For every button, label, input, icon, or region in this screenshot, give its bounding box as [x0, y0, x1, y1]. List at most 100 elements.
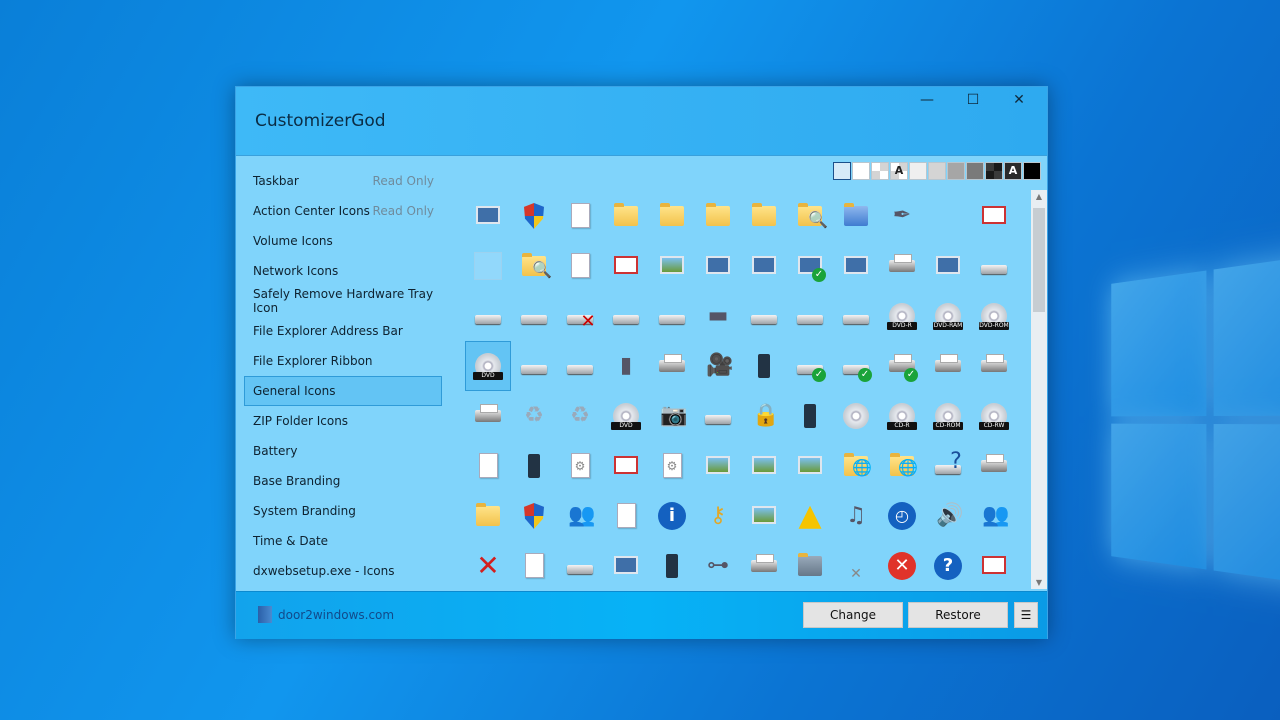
icon-cell[interactable]: [649, 241, 695, 291]
icon-cell[interactable]: [833, 291, 879, 341]
icon-cell[interactable]: DVD-ROM: [971, 291, 1017, 341]
icon-cell[interactable]: 🎥: [695, 341, 741, 391]
sidebar-item[interactable]: System Branding: [244, 496, 442, 526]
icon-cell[interactable]: DVD: [603, 391, 649, 441]
sidebar-item[interactable]: Volume Icons: [244, 226, 442, 256]
sidebar-item[interactable]: File Explorer Ribbon: [244, 346, 442, 376]
icon-cell[interactable]: [741, 191, 787, 241]
icon-cell[interactable]: [603, 191, 649, 241]
background-swatch[interactable]: [947, 162, 965, 180]
sidebar-item[interactable]: Base Branding: [244, 466, 442, 496]
icon-cell[interactable]: 🔍: [511, 241, 557, 291]
icon-cell[interactable]: ⚷: [695, 491, 741, 541]
icon-cell[interactable]: ▮: [603, 341, 649, 391]
sidebar-item[interactable]: Safely Remove Hardware Tray Icon: [244, 286, 442, 316]
background-swatch[interactable]: [909, 162, 927, 180]
icon-cell[interactable]: ◴: [879, 491, 925, 541]
sidebar-item[interactable]: File Explorer Address Bar: [244, 316, 442, 346]
icon-cell[interactable]: DVD-RAM: [925, 291, 971, 341]
icon-cell[interactable]: [741, 441, 787, 491]
sidebar-item[interactable]: ZIP Folder Icons: [244, 406, 442, 436]
icon-cell[interactable]: [465, 291, 511, 341]
icon-cell[interactable]: [603, 541, 649, 591]
icon-cell[interactable]: ⚙: [557, 441, 603, 491]
icon-cell[interactable]: [787, 541, 833, 591]
icon-cell[interactable]: [511, 491, 557, 541]
icon-cell[interactable]: DVD-R: [879, 291, 925, 341]
minimize-button[interactable]: —: [904, 92, 950, 112]
scroll-down-icon[interactable]: ▼: [1031, 578, 1047, 587]
icon-cell[interactable]: DVD: [465, 341, 511, 391]
icon-cell[interactable]: ✕: [833, 541, 879, 591]
icon-cell[interactable]: ?: [925, 541, 971, 591]
icon-cell[interactable]: [787, 391, 833, 441]
icon-cell[interactable]: [603, 291, 649, 341]
icon-cell[interactable]: [695, 191, 741, 241]
icon-cell[interactable]: ✓: [787, 241, 833, 291]
icon-cell[interactable]: [557, 191, 603, 241]
icon-cell[interactable]: ♻: [557, 391, 603, 441]
background-swatch[interactable]: A: [890, 162, 908, 180]
scroll-up-icon[interactable]: ▲: [1031, 192, 1047, 201]
icon-cell[interactable]: 🔍: [787, 191, 833, 241]
icon-cell[interactable]: CD-R: [879, 391, 925, 441]
icon-cell[interactable]: [465, 191, 511, 241]
icon-cell[interactable]: [511, 441, 557, 491]
icon-cell[interactable]: 👥: [971, 491, 1017, 541]
icon-cell[interactable]: [649, 341, 695, 391]
icon-cell[interactable]: ✕: [557, 291, 603, 341]
sidebar-item[interactable]: Network Icons: [244, 256, 442, 286]
icon-cell[interactable]: [971, 441, 1017, 491]
icon-cell[interactable]: [511, 291, 557, 341]
icon-cell[interactable]: [741, 491, 787, 541]
icon-cell[interactable]: [603, 491, 649, 541]
icon-cell[interactable]: [741, 341, 787, 391]
background-swatch[interactable]: [985, 162, 1003, 180]
icon-cell[interactable]: ✓: [833, 341, 879, 391]
icon-cell[interactable]: [833, 391, 879, 441]
icon-cell[interactable]: 📷: [649, 391, 695, 441]
icon-cell[interactable]: [971, 191, 1017, 241]
icon-grid-scrollbar[interactable]: ▲ ▼: [1031, 190, 1047, 589]
icon-cell[interactable]: ✒: [879, 191, 925, 241]
icon-cell[interactable]: [465, 441, 511, 491]
icon-cell[interactable]: CD-ROM: [925, 391, 971, 441]
icon-cell[interactable]: ✓: [787, 341, 833, 391]
icon-cell[interactable]: [557, 241, 603, 291]
background-swatch[interactable]: [1023, 162, 1041, 180]
icon-cell[interactable]: ▲: [787, 491, 833, 541]
sidebar-item[interactable]: Taskbar Read Only: [244, 166, 442, 196]
icon-cell[interactable]: 👥: [557, 491, 603, 541]
sidebar-item[interactable]: Battery: [244, 436, 442, 466]
background-swatch[interactable]: [928, 162, 946, 180]
icon-cell[interactable]: [971, 241, 1017, 291]
icon-cell[interactable]: [741, 291, 787, 341]
menu-button[interactable]: ☰: [1014, 602, 1038, 628]
close-button[interactable]: ✕: [996, 92, 1042, 112]
icon-cell[interactable]: [787, 291, 833, 341]
sidebar-item[interactable]: dxwebsetup.exe - Icons: [244, 556, 442, 586]
icon-cell[interactable]: ✕: [465, 541, 511, 591]
icon-cell[interactable]: CD-RW: [971, 391, 1017, 441]
icon-cell[interactable]: ✓: [879, 341, 925, 391]
icon-cell[interactable]: [511, 191, 557, 241]
restore-button[interactable]: Restore: [908, 602, 1008, 628]
icon-cell[interactable]: [649, 291, 695, 341]
icon-cell[interactable]: [741, 541, 787, 591]
icon-cell[interactable]: [971, 341, 1017, 391]
icon-cell[interactable]: [465, 241, 511, 291]
icon-cell[interactable]: ?: [925, 441, 971, 491]
icon-cell[interactable]: [511, 341, 557, 391]
change-button[interactable]: Change: [803, 602, 903, 628]
background-swatch[interactable]: [833, 162, 851, 180]
icon-cell[interactable]: [879, 241, 925, 291]
icon-cell[interactable]: [649, 541, 695, 591]
icon-cell[interactable]: i: [649, 491, 695, 541]
sidebar-item[interactable]: General Icons: [244, 376, 442, 406]
icon-cell[interactable]: ⚙: [649, 441, 695, 491]
icon-cell[interactable]: [603, 241, 649, 291]
icon-cell[interactable]: [695, 241, 741, 291]
icon-cell[interactable]: ▬: [695, 291, 741, 341]
icon-cell[interactable]: [603, 441, 649, 491]
icon-cell[interactable]: 🔒: [741, 391, 787, 441]
